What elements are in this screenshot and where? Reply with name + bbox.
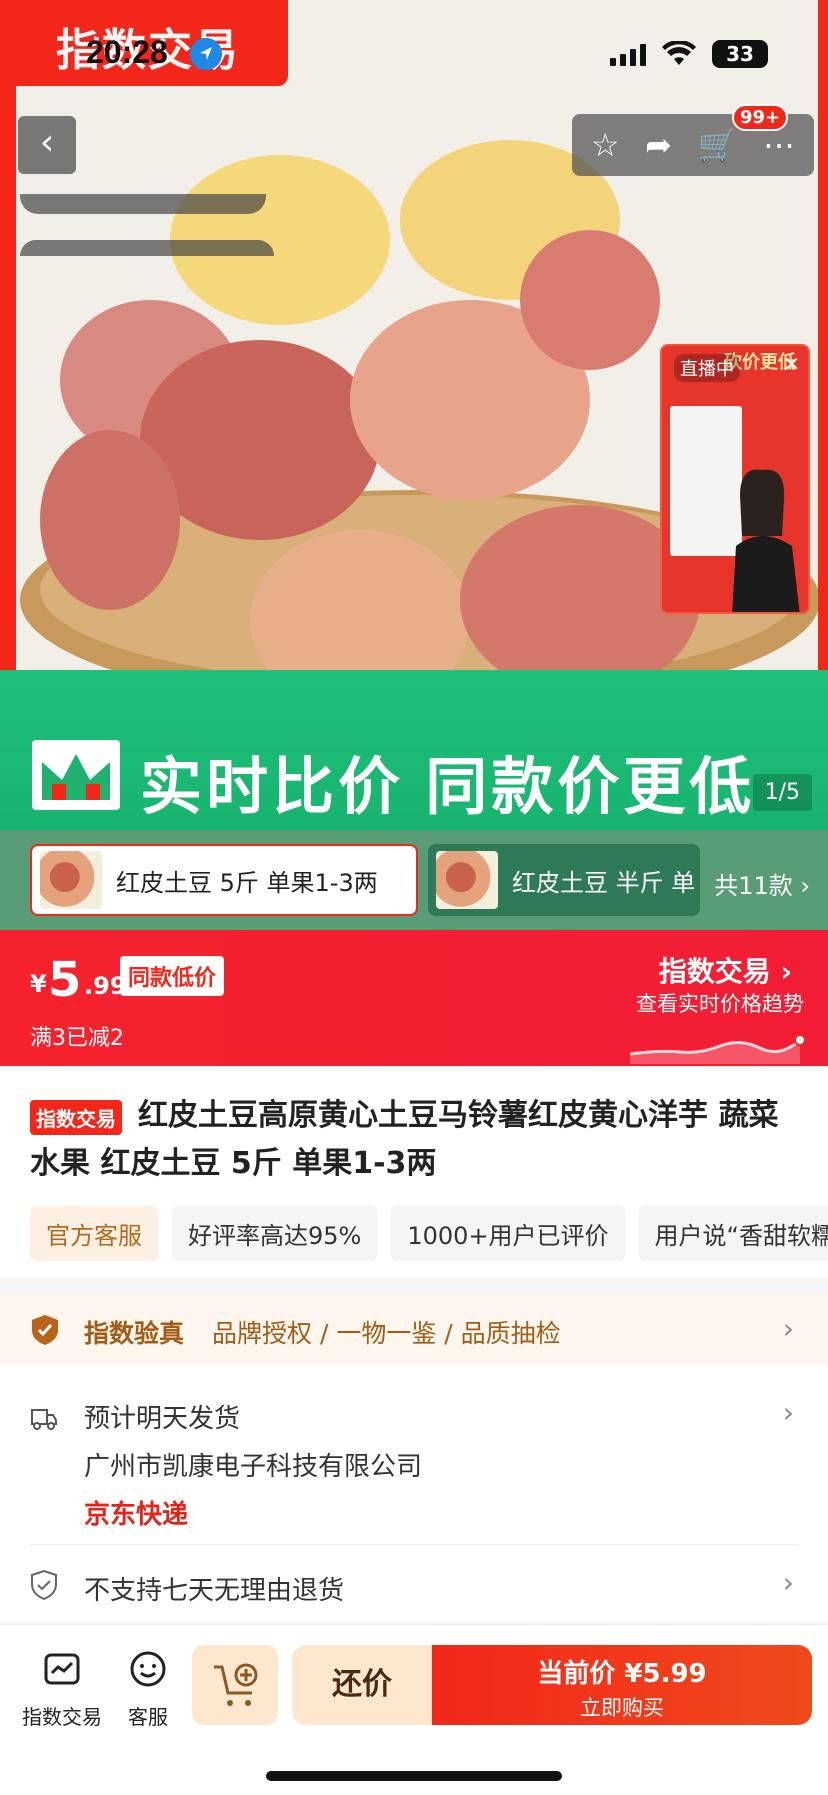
service-tab-button[interactable]: 客服: [116, 1649, 180, 1730]
trend-subtitle: 查看实时价格趋势: [636, 992, 804, 1016]
brand-logo-icon: [32, 740, 120, 810]
chat-smile-icon: [130, 1651, 166, 1687]
trend-sparkline: [630, 1034, 806, 1064]
shield-check-icon: [32, 1315, 58, 1345]
trend-title: 指数交易 ›: [658, 955, 792, 988]
frame-right: [818, 0, 828, 680]
buy-label: 立即购买: [580, 1696, 664, 1720]
chevron-right-icon: ›: [782, 1312, 794, 1345]
bottom-action-bar: 指数交易 客服 还价 当前价 ¥5.99 立即购买: [0, 1624, 828, 1795]
store-tab-button[interactable]: 指数交易: [22, 1649, 102, 1730]
return-policy-text: 不支持七天无理由退货: [84, 1576, 345, 1606]
status-indicators: 33: [610, 40, 768, 68]
verify-title: 指数验真: [84, 1319, 185, 1348]
variant-option-selected[interactable]: 红皮土豆 5斤 单果1-3两: [30, 844, 418, 916]
star-icon[interactable]: ☆: [591, 129, 620, 161]
product-info: 指数交易 红皮土豆高原黄心土豆马铃薯红皮黄心洋芋 蔬菜水果 红皮土豆 5斤 单果…: [0, 1066, 828, 1278]
tag-official-service[interactable]: 官方客服: [30, 1206, 158, 1261]
product-title: 红皮土豆高原黄心土豆马铃薯红皮黄心洋芋 蔬菜水果 红皮土豆 5斤 单果1-3两: [30, 1098, 779, 1181]
variant-thumbnail: [436, 851, 498, 909]
price-integer: 5: [48, 952, 82, 1008]
gallery-page-indicator: 1/5: [752, 774, 812, 811]
back-button[interactable]: ‹: [18, 116, 76, 174]
currency-symbol: ¥: [30, 970, 47, 998]
shield-icon: [31, 1570, 57, 1600]
delivery-truck-icon: [31, 1409, 57, 1430]
add-to-cart-button[interactable]: [192, 1645, 278, 1725]
close-icon[interactable]: ✕: [783, 352, 800, 376]
live-tag: 直播中: [674, 354, 740, 382]
buy-now-button[interactable]: 当前价 ¥5.99 立即购买: [432, 1645, 812, 1725]
chevron-right-icon: ›: [782, 1566, 794, 1599]
product-tags: 官方客服 好评率高达95% 1000+用户已评价 用户说“香甜软糯”: [30, 1206, 828, 1261]
variant-count-link[interactable]: 共11款 ›: [714, 866, 810, 901]
tag-reviews[interactable]: 1000+用户已评价: [391, 1206, 625, 1261]
divider: [30, 1544, 798, 1545]
authenticity-row[interactable]: 指数验真 品牌授权 / 一物一鉴 / 品质抽检 ›: [0, 1294, 828, 1366]
cell-signal-icon: [610, 42, 646, 66]
share-icon[interactable]: ➦: [645, 129, 672, 161]
cart-count-badge: 99+: [732, 104, 789, 131]
frame-left: [0, 0, 16, 680]
low-price-badge: 同款低价: [120, 956, 225, 996]
purchase-ticker-2: [20, 240, 274, 256]
product-gallery[interactable]: 指数交易 20:28 33 ‹ ☆ ➦ 🛒 ⋯ 99+ 砍价更低 直播中 ✕ 实…: [0, 0, 828, 930]
live-stream-window[interactable]: 砍价更低 直播中 ✕: [660, 344, 810, 614]
host-image: [732, 469, 800, 612]
price-compare-banner: 实时比价 同款价更低 1/5: [0, 670, 828, 830]
product-page: 指数交易 20:28 33 ‹ ☆ ➦ 🛒 ⋯ 99+ 砍价更低 直播中 ✕ 实…: [0, 0, 828, 1795]
variant-count-text: 共11款: [714, 872, 793, 900]
tag-user-quote[interactable]: 用户说“香甜软糯”: [638, 1206, 828, 1261]
carrier-name: 京东快递: [84, 1500, 189, 1530]
buy-price: 当前价 ¥5.99: [537, 1659, 707, 1689]
battery-indicator: 33: [712, 40, 768, 68]
chevron-right-icon: ›: [800, 872, 810, 900]
tag-rating[interactable]: 好评率高达95%: [172, 1206, 378, 1261]
home-indicator: [266, 1771, 562, 1781]
variant-label: 红皮土豆 半斤 单: [512, 868, 696, 897]
chevron-right-icon: ›: [782, 1396, 794, 1429]
shipping-section: 预计明天发货 广州市凯康电子科技有限公司 京东快递 › 不支持七天无理由退货 ›: [0, 1366, 828, 1622]
location-arrow-icon: [190, 38, 222, 70]
purchase-ticker: [20, 194, 266, 214]
variant-option[interactable]: 红皮土豆 半斤 单: [428, 844, 700, 916]
verify-items: 品牌授权 / 一物一鉴 / 品质抽检: [212, 1319, 561, 1348]
promo-text: 满3已减2: [30, 1026, 124, 1051]
cart-icon[interactable]: 🛒: [698, 129, 738, 161]
section-separator: [0, 1278, 828, 1294]
variant-label: 红皮土豆 5斤 单果1-3两: [116, 868, 378, 897]
wifi-icon: [662, 41, 696, 65]
variant-selector: 红皮土豆 5斤 单果1-3两 红皮土豆 半斤 单 共11款 ›: [0, 830, 828, 930]
cart-plus-icon: [214, 1663, 258, 1706]
service-tab-label: 客服: [128, 1705, 168, 1729]
shipping-eta: 预计明天发货: [84, 1404, 241, 1434]
variant-thumbnail: [40, 851, 102, 909]
haggle-button[interactable]: 还价: [292, 1645, 432, 1725]
store-icon: [44, 1653, 80, 1685]
store-tab-label: 指数交易: [22, 1705, 102, 1729]
price-bar: ¥ 5 .99 同款低价 满3已减2 指数交易 › 查看实时价格趋势: [0, 930, 828, 1066]
chevron-left-icon: ‹: [39, 122, 55, 163]
seller-name: 广州市凯康电子科技有限公司: [84, 1452, 423, 1482]
more-icon[interactable]: ⋯: [763, 129, 795, 161]
banner-text: 实时比价 同款价更低: [140, 753, 756, 822]
status-time: 20:28: [86, 34, 168, 70]
